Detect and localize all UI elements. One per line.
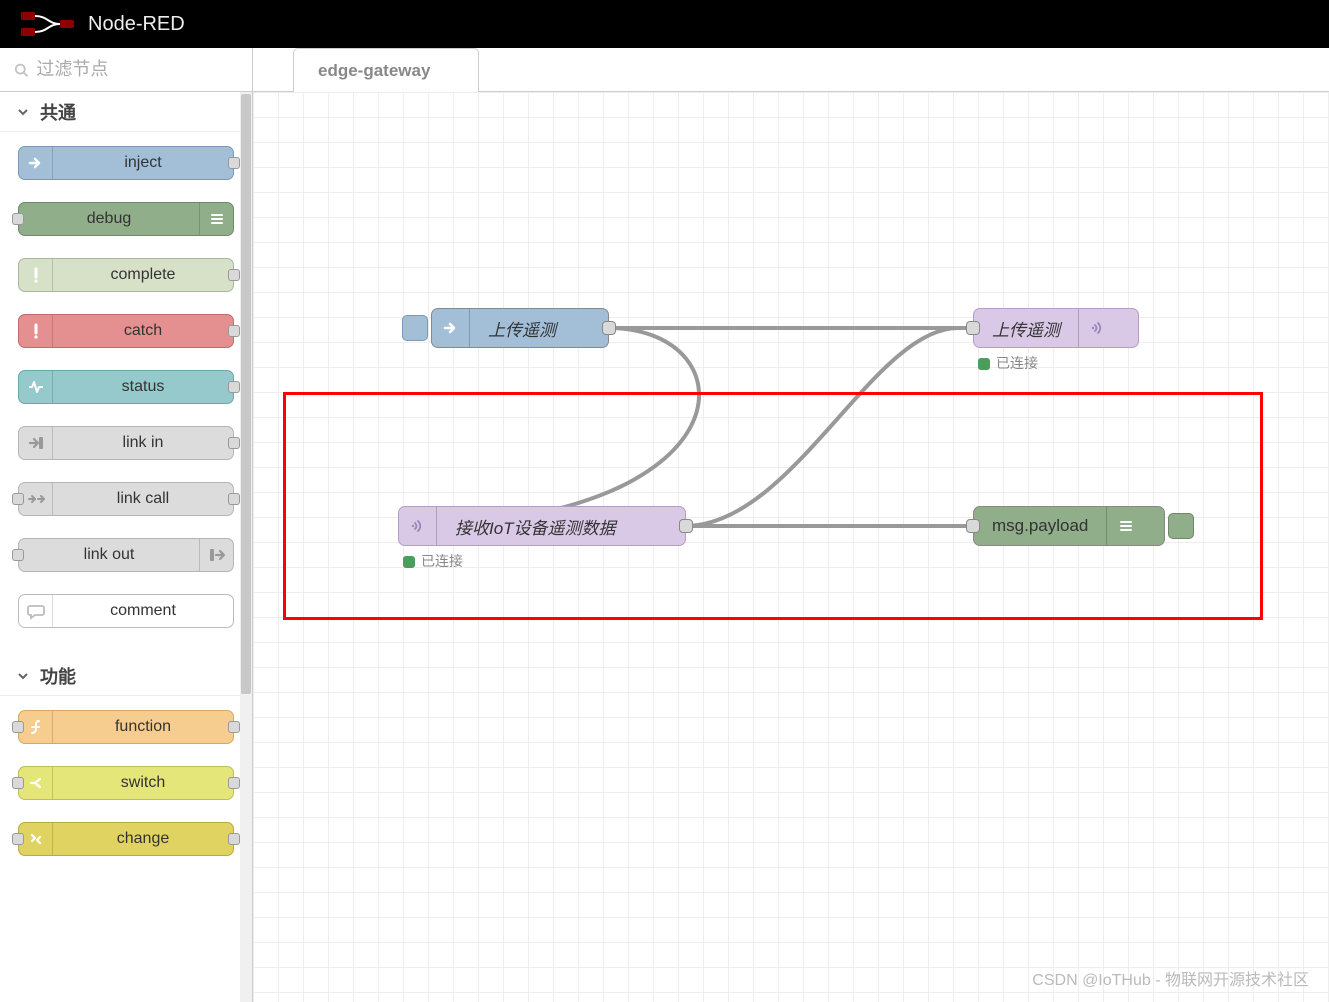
chevron-down-icon	[16, 669, 30, 683]
palette-node-catch[interactable]: catch	[18, 314, 234, 348]
excl-icon	[19, 315, 53, 347]
nodered-logo-icon	[20, 10, 76, 38]
category-header[interactable]: 功能	[0, 656, 252, 696]
palette-node-debug[interactable]: debug	[18, 202, 234, 236]
app-header: Node-RED	[0, 0, 1329, 48]
palette-node-change[interactable]: change	[18, 822, 234, 856]
flow-canvas[interactable]: 上传遥测 上传遥测 已连接 接收IoT设备遥测数据 已连接 msg.payloa	[253, 92, 1329, 1002]
palette-node-label: inject	[53, 154, 233, 172]
palette-scrollbar[interactable]	[240, 92, 252, 1002]
output-port[interactable]	[228, 833, 240, 845]
filter-input[interactable]	[36, 59, 238, 80]
palette-node-link-in[interactable]: link in	[18, 426, 234, 460]
category-header[interactable]: 共通	[0, 92, 252, 132]
change-icon	[19, 823, 53, 855]
tabs-bar: edge-gateway	[253, 48, 1329, 92]
search-icon	[14, 62, 28, 78]
node-label: 上传遥测	[974, 316, 1078, 341]
fn-icon	[19, 711, 53, 743]
watermark-text: CSDN @IoTHub - 物联网开源技术社区	[1032, 966, 1309, 990]
chevron-down-icon	[16, 105, 30, 119]
link-call-icon	[19, 483, 53, 515]
arrow-right-icon	[19, 147, 53, 179]
output-port[interactable]	[228, 721, 240, 733]
input-port[interactable]	[966, 321, 980, 335]
workspace: edge-gateway 上传遥测 上传遥测 已连接	[253, 48, 1329, 1002]
palette-node-label: comment	[53, 602, 233, 620]
input-port[interactable]	[12, 493, 24, 505]
palette-node-label: debug	[19, 210, 199, 228]
palette-node-label: change	[53, 830, 233, 848]
palette-node-label: link in	[53, 434, 233, 452]
palette-node-function[interactable]: function	[18, 710, 234, 744]
comment-icon	[19, 595, 53, 627]
link-out-icon	[199, 539, 233, 571]
link-in-icon	[19, 427, 53, 459]
palette-node-comment[interactable]: comment	[18, 594, 234, 628]
palette-list: 共通 inject debug complete catch status link in l…	[0, 92, 252, 1002]
output-port[interactable]	[228, 493, 240, 505]
switch-icon	[19, 767, 53, 799]
annotation-highlight	[283, 392, 1263, 620]
output-port[interactable]	[228, 777, 240, 789]
palette-node-label: complete	[53, 266, 233, 284]
input-port[interactable]	[12, 833, 24, 845]
category-label: 功能	[40, 663, 76, 689]
output-port[interactable]	[228, 157, 240, 169]
tab-edge-gateway[interactable]: edge-gateway	[293, 48, 479, 92]
output-port[interactable]	[228, 325, 240, 337]
flow-node-mqtt-out[interactable]: 上传遥测 已连接	[973, 308, 1139, 348]
palette-node-label: link call	[53, 490, 233, 508]
palette-sidebar: 共通 inject debug complete catch status link in l…	[0, 48, 253, 1002]
palette-node-label: status	[53, 378, 233, 396]
category-label: 共通	[40, 99, 76, 125]
flow-node-inject[interactable]: 上传遥测	[431, 308, 609, 348]
node-status: 已连接	[978, 353, 1038, 373]
palette-node-switch[interactable]: switch	[18, 766, 234, 800]
app-title: Node-RED	[88, 13, 185, 36]
bars-icon	[199, 203, 233, 235]
pulse-icon	[19, 371, 53, 403]
inject-trigger-button[interactable]	[402, 315, 428, 341]
palette-node-label: catch	[53, 322, 233, 340]
input-port[interactable]	[12, 549, 24, 561]
input-port[interactable]	[12, 721, 24, 733]
node-label: 上传遥测	[470, 316, 574, 341]
arrow-right-icon	[432, 309, 470, 347]
palette-node-label: switch	[53, 774, 233, 792]
palette-node-label: link out	[19, 546, 199, 564]
palette-node-link-out[interactable]: link out	[18, 538, 234, 572]
wifi-icon	[1078, 309, 1116, 347]
palette-node-label: function	[53, 718, 233, 736]
palette-node-link-call[interactable]: link call	[18, 482, 234, 516]
input-port[interactable]	[12, 213, 24, 225]
palette-node-complete[interactable]: complete	[18, 258, 234, 292]
output-port[interactable]	[228, 381, 240, 393]
filter-box	[0, 48, 252, 92]
input-port[interactable]	[12, 777, 24, 789]
output-port[interactable]	[228, 269, 240, 281]
palette-node-inject[interactable]: inject	[18, 146, 234, 180]
palette-node-status[interactable]: status	[18, 370, 234, 404]
output-port[interactable]	[602, 321, 616, 335]
excl-icon	[19, 259, 53, 291]
output-port[interactable]	[228, 437, 240, 449]
